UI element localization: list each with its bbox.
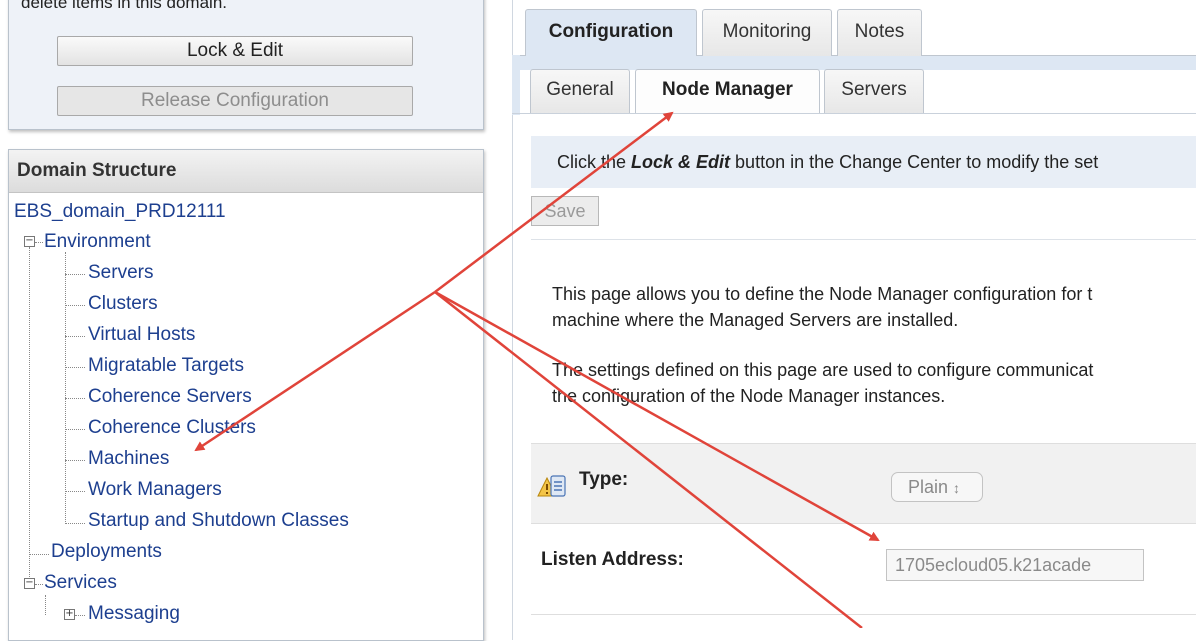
tree-line	[65, 336, 85, 337]
tree-item-deployments[interactable]: Deployments	[51, 541, 162, 563]
tree-root-domain[interactable]: EBS_domain_PRD12111	[14, 201, 226, 223]
subtab-bar-background	[512, 55, 1196, 70]
domain-structure-panel: Domain Structure EBS_domain_PRD12111 − E…	[8, 149, 484, 641]
tree-line	[45, 595, 46, 615]
subtab-bar-edge	[512, 55, 520, 115]
tree-line	[75, 615, 85, 616]
tree-item-messaging[interactable]: Messaging	[88, 603, 180, 625]
tree-item-servers[interactable]: Servers	[88, 262, 153, 284]
info-message-text: Click the	[557, 152, 632, 172]
listen-address-input[interactable]: 1705ecloud05.k21acade	[886, 549, 1144, 581]
tree-line	[29, 554, 49, 555]
restart-required-icon	[537, 475, 566, 497]
tab-monitoring[interactable]: Monitoring	[702, 9, 832, 56]
tree-line	[29, 247, 30, 585]
change-center-help-text: delete items in this domain.	[21, 0, 227, 12]
type-label: Type:	[579, 469, 629, 490]
tree-item-machines[interactable]: Machines	[88, 448, 169, 470]
tree-line	[35, 242, 43, 243]
domain-tree: EBS_domain_PRD12111 − Environment Server…	[9, 150, 483, 640]
tree-item-coherence-clusters[interactable]: Coherence Clusters	[88, 417, 256, 439]
info-message-text-end: button in the Change Center to modify th…	[730, 152, 1099, 172]
tree-item-work-managers[interactable]: Work Managers	[88, 479, 222, 501]
description-line: The settings defined on this page are us…	[552, 360, 1094, 380]
tree-item-virtual-hosts[interactable]: Virtual Hosts	[88, 324, 195, 346]
save-button[interactable]: Save	[531, 196, 599, 226]
info-message-emphasis: Lock & Edit	[631, 152, 731, 172]
page-description: This page allows you to define the Node …	[552, 281, 1092, 333]
subtab-divider	[512, 113, 1196, 114]
settings-description: The settings defined on this page are us…	[552, 357, 1093, 409]
expand-icon[interactable]: +	[64, 609, 75, 620]
type-select-value: Plain	[908, 477, 949, 497]
tree-line	[65, 523, 85, 524]
form-row-type: Type: Plain ↕	[531, 443, 1196, 524]
description-line: machine where the Managed Servers are in…	[552, 310, 959, 330]
tab-configuration[interactable]: Configuration	[525, 9, 697, 56]
lock-edit-button[interactable]: Lock & Edit	[57, 36, 413, 66]
divider	[531, 614, 1196, 615]
select-arrows-icon: ↕	[953, 480, 961, 496]
tab-notes[interactable]: Notes	[837, 9, 922, 56]
lock-edit-info-message: Click the Lock & Edit button in the Chan…	[531, 136, 1196, 188]
tree-item-environment[interactable]: Environment	[44, 231, 151, 253]
description-line: This page allows you to define the Node …	[552, 284, 1093, 304]
tree-line	[65, 398, 85, 399]
tree-item-services[interactable]: Services	[44, 572, 117, 594]
subtab-node-manager[interactable]: Node Manager	[635, 69, 820, 114]
description-line: the configuration of the Node Manager in…	[552, 386, 946, 406]
subtab-servers[interactable]: Servers	[824, 69, 924, 114]
listen-address-label: Listen Address:	[541, 549, 684, 570]
release-configuration-button[interactable]: Release Configuration	[57, 86, 413, 116]
tree-line	[35, 584, 43, 585]
tree-line	[65, 491, 85, 492]
tree-line	[65, 460, 85, 461]
type-select[interactable]: Plain ↕	[891, 472, 983, 502]
tree-item-coherence-servers[interactable]: Coherence Servers	[88, 386, 252, 408]
change-center-panel: delete items in this domain. Lock & Edit…	[8, 0, 484, 130]
subtab-general[interactable]: General	[530, 69, 630, 114]
collapse-icon[interactable]: −	[24, 236, 35, 247]
tree-line	[65, 305, 85, 306]
form-row-listen-address: Listen Address: 1705ecloud05.k21acade	[531, 523, 1196, 604]
tree-line	[65, 252, 66, 524]
tree-item-clusters[interactable]: Clusters	[88, 293, 158, 315]
tree-line	[65, 274, 85, 275]
tree-line	[65, 367, 85, 368]
collapse-icon[interactable]: −	[24, 578, 35, 589]
tree-item-startup-shutdown-classes[interactable]: Startup and Shutdown Classes	[88, 510, 349, 532]
divider	[531, 239, 1196, 240]
tree-line	[65, 429, 85, 430]
tree-item-migratable-targets[interactable]: Migratable Targets	[88, 355, 244, 377]
